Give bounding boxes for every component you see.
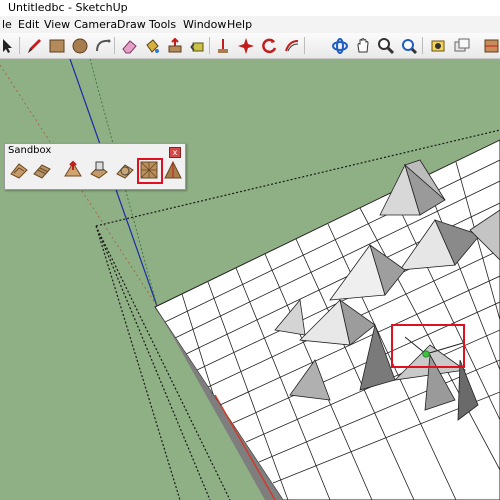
drape-icon[interactable] (115, 160, 135, 180)
from-scratch-icon[interactable] (32, 160, 52, 180)
orbit-icon[interactable] (329, 35, 350, 56)
push-pull-icon[interactable] (164, 35, 185, 56)
select-arrow-icon[interactable] (0, 35, 17, 56)
zoom-icon[interactable] (375, 35, 396, 56)
circle-icon[interactable] (69, 35, 90, 56)
eraser-icon[interactable] (118, 35, 139, 56)
close-icon[interactable]: x (169, 147, 181, 158)
menu-camera[interactable]: Camera (72, 16, 119, 33)
paint-bucket-icon[interactable] (141, 35, 162, 56)
move-icon[interactable] (187, 35, 208, 56)
menu-draw[interactable]: Draw (115, 16, 148, 33)
selected-tool-highlight (137, 158, 163, 184)
menu-tools[interactable]: Tools (147, 16, 178, 33)
pan-icon[interactable] (352, 35, 373, 56)
smoove-icon[interactable] (63, 160, 83, 180)
toolbar-separator (422, 37, 423, 54)
menu-view[interactable]: View (42, 16, 72, 33)
menu-bar: le Edit View Camera Draw Tools Window He… (0, 16, 500, 34)
arc-icon[interactable] (92, 35, 113, 56)
section-icon[interactable] (481, 35, 500, 56)
flip-edge-icon[interactable] (163, 160, 183, 180)
menu-file[interactable]: le (0, 16, 14, 33)
toolbar-separator (19, 37, 20, 54)
menu-edit[interactable]: Edit (16, 16, 41, 33)
toolbar-separator (209, 37, 210, 54)
zoom-extents-icon[interactable] (398, 35, 419, 56)
toolbar-separator (304, 37, 305, 54)
title-bar: Untitledbc - SketchUp (0, 0, 500, 16)
model-viewport[interactable]: Sandbox x (0, 59, 500, 500)
position-camera-icon[interactable] (428, 35, 449, 56)
stamp-icon[interactable] (89, 160, 109, 180)
new-vertex-point[interactable] (422, 350, 430, 358)
sandbox-toolbar[interactable]: Sandbox x (4, 143, 186, 190)
main-toolbar (0, 33, 500, 59)
offset-icon[interactable] (281, 35, 302, 56)
pencil-icon[interactable] (23, 35, 44, 56)
walk-icon[interactable] (451, 35, 472, 56)
sandbox-title: Sandbox (8, 145, 52, 156)
follow-me-icon[interactable] (235, 35, 256, 56)
window-title: Untitledbc - SketchUp (8, 1, 128, 14)
rectangle-icon[interactable] (46, 35, 67, 56)
menu-help[interactable]: Help (225, 16, 254, 33)
toolbar-separator (114, 37, 115, 54)
terrain-scene (0, 59, 500, 500)
rotate-icon[interactable] (212, 35, 233, 56)
scale-icon[interactable] (258, 35, 279, 56)
from-contours-icon[interactable] (9, 160, 29, 180)
menu-window[interactable]: Window (181, 16, 228, 33)
